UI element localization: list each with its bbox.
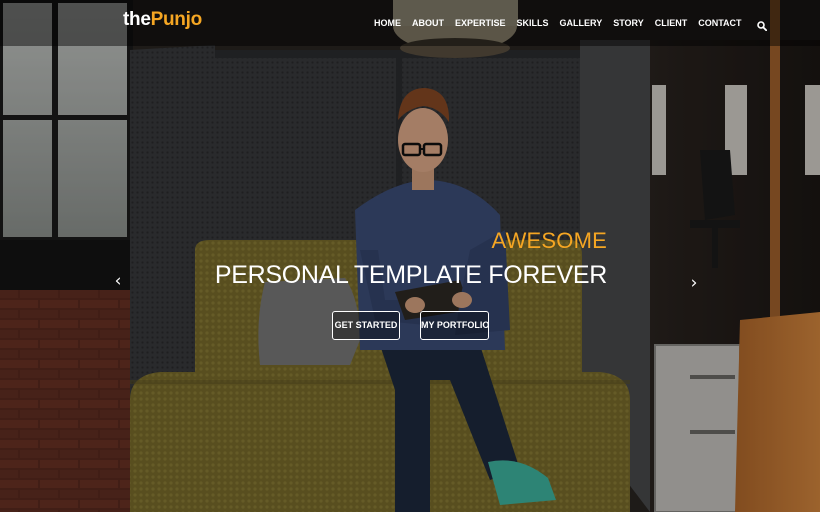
slider-next-chevron-icon[interactable]: ›	[687, 273, 701, 293]
nav-item-contact[interactable]: CONTACT	[698, 18, 741, 28]
hero-subtitle: AWESOME	[491, 228, 607, 253]
nav-item-skills[interactable]: SKILLS	[517, 18, 549, 28]
search-icon[interactable]	[756, 18, 767, 32]
get-started-button[interactable]: GET STARTED	[332, 311, 400, 340]
nav-item-gallery[interactable]: GALLERY	[560, 18, 603, 28]
hero-title: PERSONAL TEMPLATE FOREVER	[214, 261, 607, 289]
main-nav: HOME ABOUT EXPERTISE SKILLS GALLERY STOR…	[374, 18, 767, 32]
nav-item-expertise[interactable]: EXPERTISE	[455, 18, 506, 28]
slider-prev-chevron-icon[interactable]: ‹	[111, 271, 125, 291]
brand-logo-prefix: the	[123, 9, 151, 30]
nav-item-about[interactable]: ABOUT	[412, 18, 444, 28]
nav-item-story[interactable]: STORY	[613, 18, 644, 28]
my-portfolio-button[interactable]: MY PORTFOLIO	[420, 311, 489, 340]
nav-item-home[interactable]: HOME	[374, 18, 401, 28]
top-navbar: thePunjo HOME ABOUT EXPERTISE SKILLS GAL…	[0, 0, 820, 46]
hero-overlay	[0, 0, 820, 512]
brand-logo[interactable]: thePunjo	[123, 9, 202, 31]
nav-item-client[interactable]: CLIENT	[655, 18, 688, 28]
brand-logo-accent: Punjo	[150, 9, 203, 30]
